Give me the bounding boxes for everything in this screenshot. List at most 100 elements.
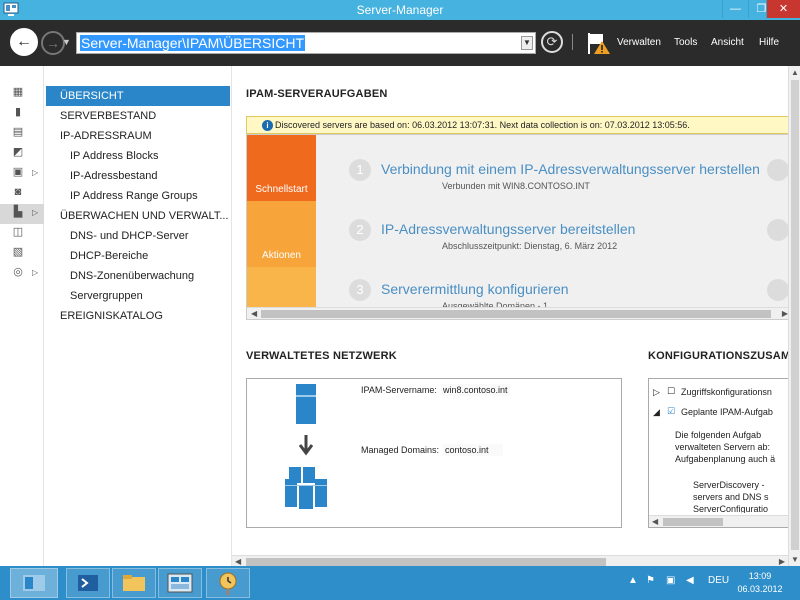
volume-icon[interactable]: ◀ [686, 575, 694, 586]
show-hidden-icons-icon[interactable]: ▲ [628, 575, 638, 586]
tree-item-ip-address-range-groups[interactable]: IP Address Range Groups [46, 186, 230, 206]
scrollbar-thumb[interactable] [261, 310, 771, 318]
step-3-link[interactable]: Serverermittlung konfigurieren [381, 281, 569, 297]
step-1-link[interactable]: Verbindung mit einem IP-Adressverwaltung… [381, 161, 760, 177]
step-2-link[interactable]: IP-Adressverwaltungsserver bereitstellen [381, 221, 635, 237]
tab-schnellstart[interactable]: Schnellstart [247, 135, 316, 201]
expand-arrow-icon[interactable]: ▷ [32, 168, 38, 177]
expand-arrow-icon[interactable]: ▷ [32, 268, 38, 277]
menu-ansicht[interactable]: Ansicht [711, 37, 744, 48]
network-icon[interactable]: ▣ [666, 575, 675, 586]
tab-aktionen[interactable]: Aktionen [247, 201, 316, 267]
server-name-value: win8.contoso.int [441, 384, 510, 396]
taskbar-ipam-button[interactable] [158, 568, 202, 598]
config-item-scheduled[interactable]: Geplante IPAM-Aufgab [681, 407, 773, 417]
iis-icon[interactable]: ▧ [12, 246, 24, 258]
menu-hilfe[interactable]: Hilfe [759, 37, 779, 48]
file-storage-icon[interactable]: ◫ [12, 226, 24, 238]
tab-more[interactable] [247, 267, 316, 307]
tree-item-dns-dhcp-server[interactable]: DNS- und DHCP-Server [46, 226, 230, 246]
config-task-icon: ☑ [667, 406, 676, 416]
language-indicator[interactable]: DEU [708, 575, 729, 586]
scroll-up-icon[interactable]: ▲ [791, 68, 799, 77]
taskbar-task-scheduler-button[interactable] [206, 568, 250, 598]
icon-rail: ▦ ▮ ▤ ◩ ▣ ▷ ◙ ▙ ▷ ◫ ▧ ◎ ▷ [0, 66, 44, 566]
tree-item-uebersicht[interactable]: ÜBERSICHT [46, 86, 230, 106]
history-dropdown-icon[interactable]: ▼ [62, 37, 71, 47]
step-6-number [767, 279, 788, 301]
config-item-access[interactable]: Zugriffskonfigurationsn [681, 387, 772, 397]
action-center-icon[interactable]: ⚑ [646, 575, 655, 586]
ipam-console-icon [167, 573, 193, 593]
ipam-server-icon [296, 384, 316, 424]
tree-item-ereigniskatalog[interactable]: EREIGNISKATALOG [46, 306, 230, 326]
ad-ds-icon[interactable]: ◩ [12, 146, 24, 158]
network-section-title: VERWALTETES NETZWERK [246, 350, 397, 362]
notification-flag-icon[interactable] [586, 30, 612, 56]
tree-item-serverbestand[interactable]: SERVERBESTAND [46, 106, 230, 126]
config-bullet-1: ServerDiscovery - servers and DNS s [693, 480, 769, 502]
tasks-panel: Schnellstart Aktionen 1 Verbindung mit e… [246, 134, 788, 320]
back-button[interactable]: ← [10, 28, 38, 56]
tab-schnellstart-label: Schnellstart [255, 184, 308, 195]
menu-verwalten[interactable]: Verwalten [617, 37, 661, 48]
all-servers-icon[interactable]: ▤ [12, 126, 24, 138]
config-tree-arrow-icon[interactable]: ▷ [653, 387, 660, 398]
powershell-icon [78, 575, 98, 591]
address-text[interactable]: Server-Manager\IPAM\ÜBERSICHT [80, 35, 306, 51]
window-title: Server-Manager [356, 3, 444, 17]
title-bar: Server-Manager — ❐ ✕ [0, 0, 800, 20]
dhcp-icon[interactable]: ▣ [12, 166, 24, 178]
server-name-label: IPAM-Servername: [361, 385, 437, 395]
tasks-section-title: IPAM-SERVERAUFGABEN [246, 88, 388, 100]
config-tree-arrow-open-icon[interactable]: ◢ [653, 407, 660, 418]
refresh-button[interactable]: ⟳ [541, 31, 563, 53]
address-bar[interactable]: Server-Manager\IPAM\ÜBERSICHT ▼ [76, 32, 536, 54]
dashboard-icon[interactable]: ▦ [12, 86, 24, 98]
scroll-left-icon[interactable]: ◀ [251, 308, 257, 319]
dns-icon[interactable]: ◙ [12, 186, 24, 198]
main-vertical-scrollbar[interactable]: ▲ ▼ [788, 66, 800, 566]
scrollbar-thumb[interactable] [246, 558, 606, 566]
scroll-left-icon[interactable]: ◀ [652, 516, 658, 527]
taskbar: ▲ ⚑ ▣ ◀ DEU 13:09 06.03.2012 [0, 566, 800, 600]
config-section-title: KONFIGURATIONSZUSAM [648, 350, 788, 362]
tab-aktionen-label: Aktionen [262, 250, 301, 261]
scrollbar-thumb[interactable] [791, 80, 799, 550]
close-button[interactable]: ✕ [766, 0, 800, 18]
tree-item-dns-zonenueberwachung[interactable]: DNS-Zonenüberwachung [46, 266, 230, 286]
step-4-number [767, 159, 788, 181]
step-2-number: 2 [349, 219, 371, 241]
config-bullet-2: ServerConfiguratio [693, 504, 769, 513]
scrollbar-thumb[interactable] [663, 518, 723, 526]
tasks-horizontal-scrollbar[interactable]: ◀ ▶ [247, 307, 788, 319]
navigation-bar: ← → ▼ Server-Manager\IPAM\ÜBERSICHT ▼ ⟳ … [0, 20, 800, 66]
tree-item-ip-adressbestand[interactable]: IP-Adressbestand [46, 166, 230, 186]
step-1-status: Verbunden mit WIN8.CONTOSO.INT [442, 181, 590, 191]
clock-date: 06.03.2012 [737, 584, 783, 594]
config-horizontal-scrollbar[interactable]: ◀ [649, 515, 788, 527]
taskbar-explorer-button[interactable] [112, 568, 156, 598]
toolbar-divider [572, 34, 573, 50]
expand-arrow-icon[interactable]: ▷ [32, 208, 38, 217]
taskbar-powershell-button[interactable] [66, 568, 110, 598]
taskbar-server-manager-button[interactable] [10, 568, 58, 598]
menu-tools[interactable]: Tools [674, 37, 697, 48]
managed-domains-value: contoso.int [443, 444, 503, 456]
tree-item-ueberwachen[interactable]: ÜBERWACHEN UND VERWALT... [46, 206, 230, 226]
minimize-button[interactable]: — [722, 0, 748, 18]
address-dropdown-icon[interactable]: ▼ [521, 36, 533, 50]
tree-item-servergruppen[interactable]: Servergruppen [46, 286, 230, 306]
config-item-icon: ☐ [667, 386, 676, 396]
scroll-down-icon[interactable]: ▼ [791, 555, 799, 564]
local-server-icon[interactable]: ▮ [12, 106, 24, 118]
tree-item-dhcp-bereiche[interactable]: DHCP-Bereiche [46, 246, 230, 266]
folder-icon [123, 575, 145, 591]
ipam-icon[interactable]: ▙ [12, 206, 24, 218]
step-1-number: 1 [349, 159, 371, 181]
managed-network-panel: IPAM-Servername: win8.contoso.int Manage… [246, 378, 622, 528]
system-clock[interactable]: 13:09 06.03.2012 [736, 570, 784, 596]
tree-item-ip-adressraum[interactable]: IP-ADRESSRAUM [46, 126, 230, 146]
tree-item-ip-address-blocks[interactable]: IP Address Blocks [46, 146, 230, 166]
wsus-icon[interactable]: ◎ [12, 266, 24, 278]
